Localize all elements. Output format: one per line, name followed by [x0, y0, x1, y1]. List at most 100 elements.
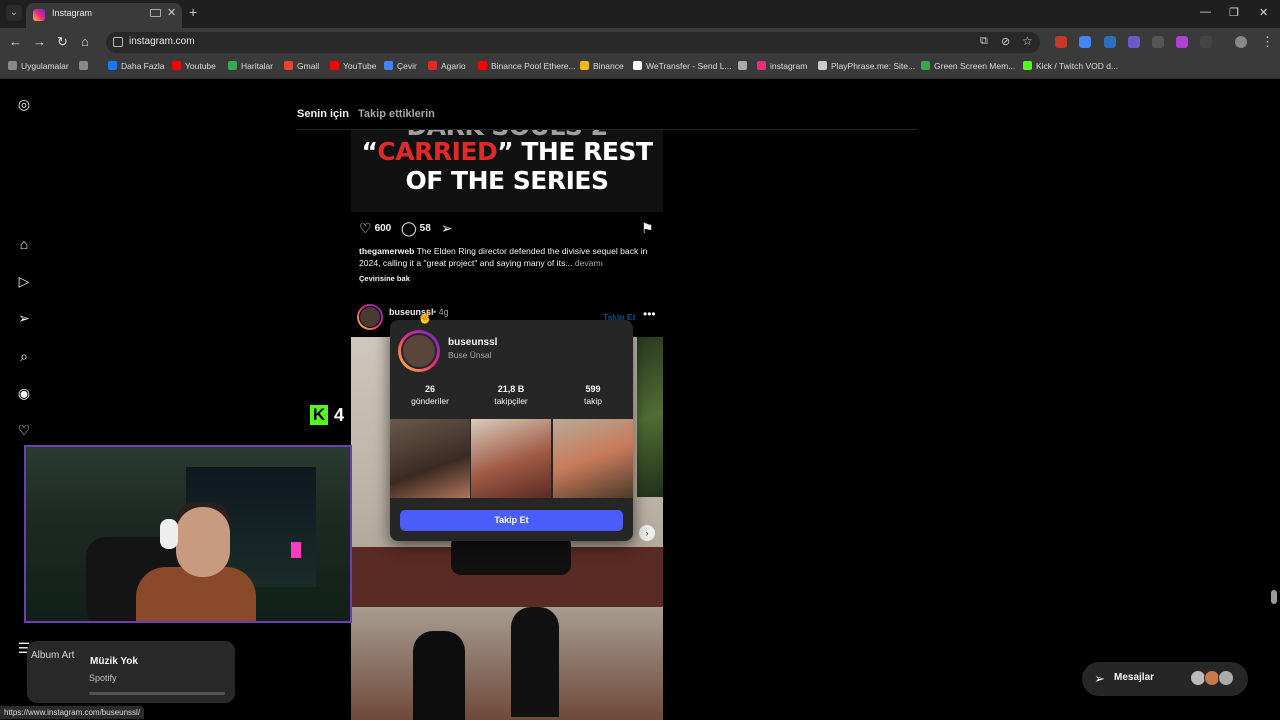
- reload-button[interactable]: ↻: [57, 34, 68, 50]
- caption-more-link[interactable]: devamı: [575, 258, 603, 268]
- page-scrollbar[interactable]: [1271, 590, 1277, 604]
- headline-line2: “CARRIED” THE REST: [361, 137, 653, 166]
- extension-counter-icon[interactable]: [1104, 36, 1116, 48]
- bookmark-item[interactable]: [738, 61, 751, 71]
- extensions-puzzle-icon[interactable]: [1200, 36, 1212, 48]
- bookmark-label: instagram: [770, 61, 808, 71]
- bookmark-item[interactable]: Green Screen Mem...: [921, 61, 1015, 71]
- bookmark-item[interactable]: Agario: [428, 61, 466, 71]
- post-caption: thegamerweb The Elden Ring director defe…: [359, 245, 659, 269]
- forward-button[interactable]: →: [33, 34, 46, 49]
- follow-button[interactable]: Takip Et: [400, 510, 623, 531]
- comment-button[interactable]: ◯ 58: [401, 220, 431, 237]
- post-avatar[interactable]: [357, 304, 383, 330]
- kick-logo-icon: K: [310, 405, 328, 425]
- hover-avatar[interactable]: [398, 330, 440, 372]
- bookmark-item[interactable]: Youtube: [172, 61, 216, 71]
- bookmark-item[interactable]: WeTransfer - Send L...: [633, 61, 732, 71]
- bookmark-label: Binance: [593, 61, 624, 71]
- browser-menu-icon[interactable]: ⋮: [1261, 34, 1274, 50]
- bookmark-favicon-icon: [738, 61, 747, 70]
- tab-following[interactable]: Takip ettiklerin: [358, 108, 435, 120]
- tab-title: Instagram: [52, 8, 93, 18]
- bookmark-favicon-icon: [79, 61, 88, 70]
- translate-extension-icon[interactable]: [1079, 36, 1091, 48]
- share-button[interactable]: ➢: [441, 220, 456, 237]
- bookmark-favicon-icon: [478, 61, 487, 70]
- close-window-button[interactable]: ✕: [1259, 6, 1268, 19]
- new-tab-button[interactable]: +: [189, 4, 197, 20]
- bookmark-favicon-icon: [580, 61, 589, 70]
- bookmark-item[interactable]: Çevir: [384, 61, 417, 71]
- tracking-icon[interactable]: ⊘: [1001, 35, 1010, 48]
- bookmark-star-icon[interactable]: ☆: [1022, 34, 1033, 48]
- bookmark-favicon-icon: [921, 61, 930, 70]
- home-icon[interactable]: ⌂: [16, 236, 32, 252]
- plant-graphic: [637, 337, 663, 497]
- hover-username[interactable]: buseunssl: [448, 337, 497, 348]
- screenshot-extension-icon[interactable]: [1152, 36, 1164, 48]
- browser-tab[interactable]: Instagram ✕: [26, 3, 182, 28]
- instagram-page: ◎ ⌂ ▷ ➢ ⌕ ◉ ♡ ☰ Senin için Takip ettikle…: [0, 80, 1280, 720]
- address-bar[interactable]: instagram.com ⧉ ⊘ ☆: [106, 32, 1040, 53]
- bookmark-label: Çevir: [397, 61, 417, 71]
- bookmark-item[interactable]: Daha Fazla: [108, 61, 164, 71]
- like-button[interactable]: ♡ 600: [359, 220, 391, 237]
- see-translation-link[interactable]: Çevirisine bak: [359, 274, 410, 283]
- tab-for-you[interactable]: Senin için: [297, 108, 349, 120]
- tab-search-icon[interactable]: ⌄: [6, 5, 22, 21]
- thumbnail[interactable]: [471, 419, 551, 498]
- post-time: • 4g: [433, 307, 449, 317]
- media-icon[interactable]: [150, 9, 161, 17]
- search-icon[interactable]: ⌕: [16, 348, 32, 364]
- bookmark-item[interactable]: instagram: [757, 61, 807, 71]
- bookmark-item[interactable]: [79, 61, 92, 71]
- bookmark-item[interactable]: YouTube: [330, 61, 376, 71]
- browser-toolbar: ← → ↻ ⌂ instagram.com ⧉ ⊘ ☆ ⋮: [0, 28, 1280, 57]
- restore-button[interactable]: ❐: [1229, 6, 1239, 19]
- explore-icon[interactable]: ◉: [16, 385, 32, 401]
- back-button[interactable]: ←: [9, 34, 22, 49]
- bookmark-icon: ⚑: [641, 220, 654, 236]
- install-app-icon[interactable]: ⧉: [980, 35, 988, 48]
- post-actions: ♡ 600 ◯ 58 ➢ ⚑: [359, 220, 659, 238]
- post-image[interactable]: DARK SOULS 2 “CARRIED” THE REST OF THE S…: [351, 130, 663, 212]
- reels-icon[interactable]: ▷: [16, 273, 32, 289]
- close-tab-icon[interactable]: ✕: [167, 6, 176, 19]
- pen-extension-icon[interactable]: [1128, 36, 1140, 48]
- site-info-icon[interactable]: [113, 37, 123, 47]
- bookmark-item[interactable]: Haritalar: [228, 61, 273, 71]
- caption-username[interactable]: thegamerweb: [359, 246, 414, 256]
- followers-stat[interactable]: 21,8 B takipçiler: [471, 384, 551, 406]
- bookmark-favicon-icon: [330, 61, 339, 70]
- bookmark-label: Gmail: [297, 61, 320, 71]
- mouse-cursor-icon: ☝: [417, 309, 434, 324]
- bookmark-item[interactable]: Uygulamalar: [8, 61, 69, 71]
- share-icon: ➢: [441, 220, 453, 236]
- thumbnail[interactable]: [553, 419, 633, 498]
- save-button[interactable]: ⚑: [641, 220, 657, 237]
- bookmark-item[interactable]: Binance: [580, 61, 624, 71]
- bookmark-item[interactable]: Binance Pool Ethere...: [478, 61, 576, 71]
- bookmark-item[interactable]: Kick / Twitch VOD d...: [1023, 61, 1118, 71]
- notifications-heart-icon[interactable]: ♡: [16, 422, 32, 438]
- bookmark-item[interactable]: PlayPhrase.me: Site...: [818, 61, 915, 71]
- purple-extension-icon[interactable]: [1176, 36, 1188, 48]
- direct-icon[interactable]: ➢: [16, 310, 32, 326]
- post-more-icon[interactable]: •••: [643, 307, 656, 321]
- thumbnail[interactable]: [390, 419, 470, 498]
- bookmark-favicon-icon: [1023, 61, 1032, 70]
- track-title: Müzik Yok: [90, 656, 138, 667]
- home-button[interactable]: ⌂: [81, 34, 89, 49]
- bookmark-item[interactable]: Gmail: [284, 61, 319, 71]
- instagram-logo-icon[interactable]: ◎: [16, 96, 32, 112]
- extension-new-icon[interactable]: [1055, 36, 1067, 48]
- profile-avatar[interactable]: [1235, 36, 1247, 48]
- carousel-next-icon[interactable]: ›: [639, 525, 655, 541]
- minimize-button[interactable]: —: [1200, 6, 1211, 18]
- bookmark-label: Binance Pool Ethere...: [491, 61, 576, 71]
- profile-hover-card: buseunssl Buse Ünsal 26 gönderiler 21,8 …: [390, 320, 633, 541]
- following-stat[interactable]: 599 takip: [553, 384, 633, 406]
- messages-button[interactable]: ➢ Mesajlar: [1082, 662, 1248, 696]
- bookmark-label: Haritalar: [241, 61, 274, 71]
